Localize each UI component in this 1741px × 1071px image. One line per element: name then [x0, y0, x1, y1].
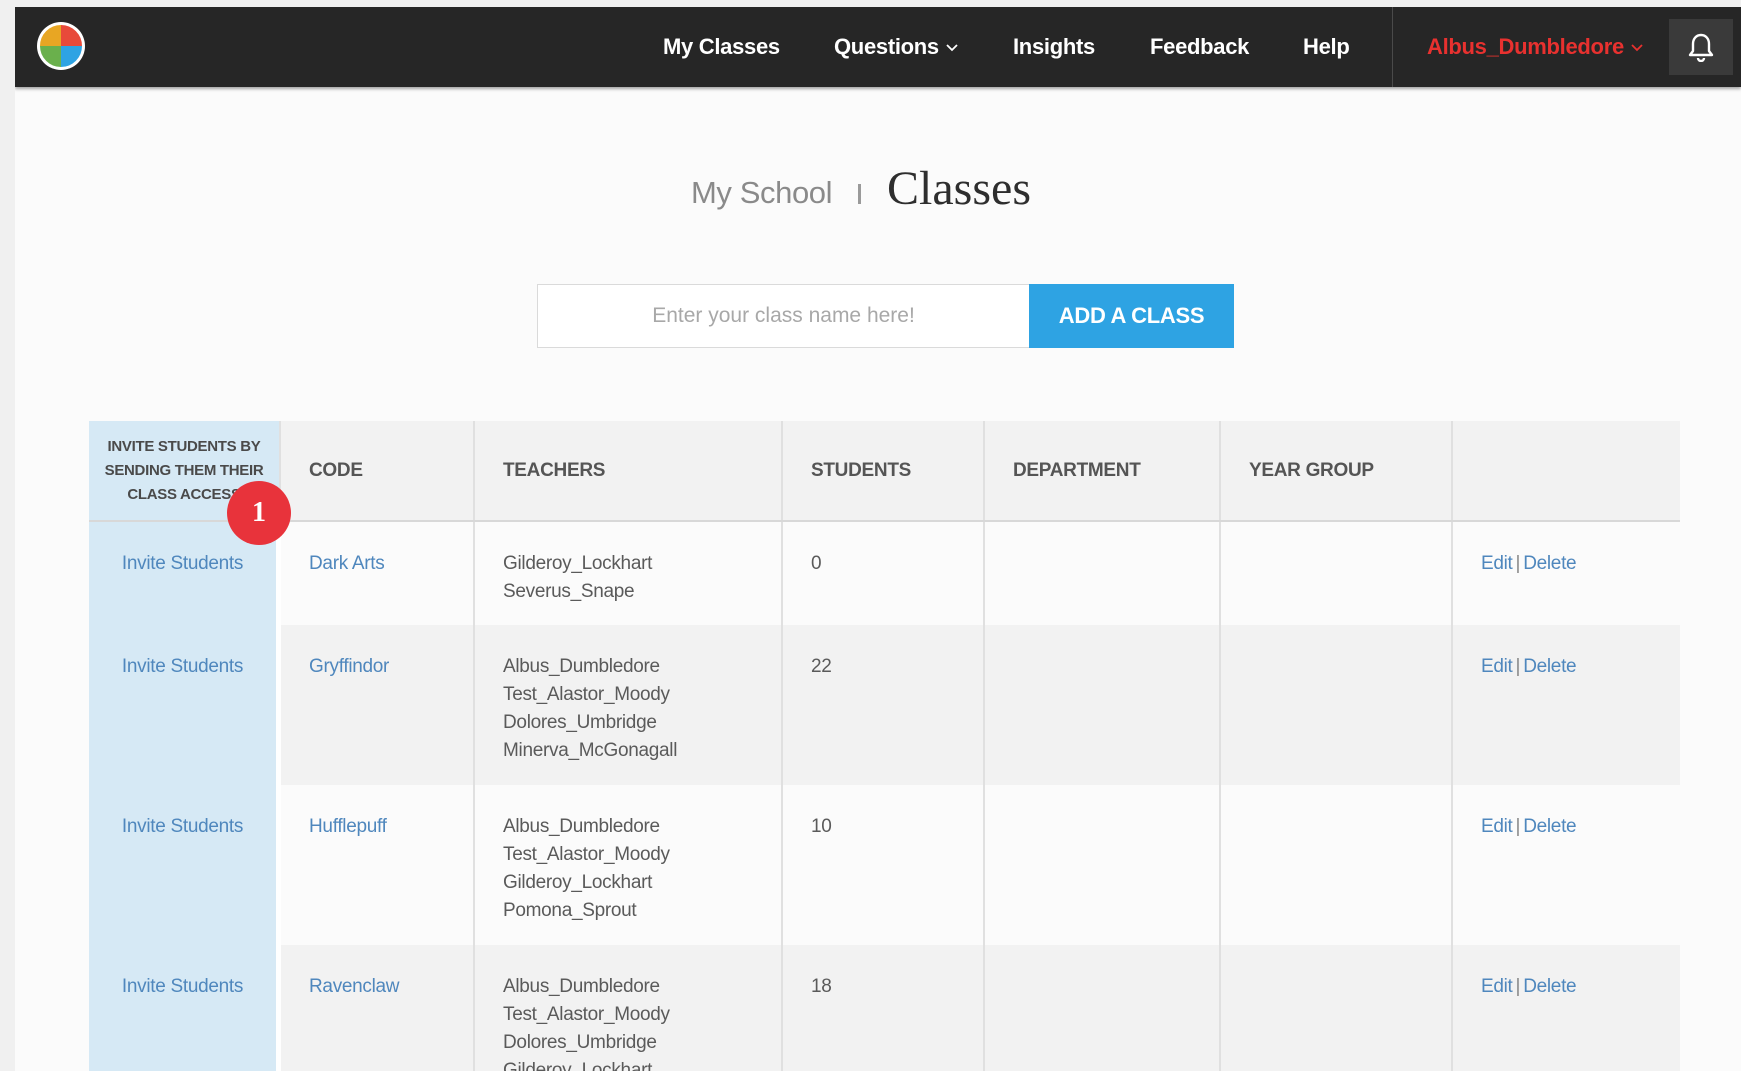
teacher-name: Severus_Snape	[503, 581, 635, 602]
nav-divider	[1392, 7, 1393, 87]
students-cell: 22	[783, 625, 985, 785]
chevron-down-icon	[946, 44, 958, 52]
chevron-down-icon	[1631, 44, 1643, 52]
breadcrumb-my-school[interactable]: My School	[691, 175, 833, 211]
action-separator: |	[1515, 976, 1521, 997]
invite-cell: Invite Students	[89, 945, 281, 1071]
teacher-name: Pomona_Sprout	[503, 900, 637, 921]
class-code-link[interactable]: Gryffindor	[309, 656, 389, 677]
teachers-cell: Albus_Dumbledore Test_Alastor_Moody Dolo…	[475, 945, 783, 1071]
actions-cell: Edit | Delete	[1453, 785, 1680, 945]
year-group-cell	[1221, 785, 1453, 945]
nav-insights[interactable]: Insights	[1013, 7, 1095, 87]
table-row: Invite Students Hufflepuff Albus_Dumbled…	[89, 785, 1680, 945]
app-logo-icon[interactable]	[35, 20, 87, 72]
class-code-link[interactable]: Ravenclaw	[309, 976, 400, 997]
teacher-name: Albus_Dumbledore	[503, 816, 660, 837]
table-row: Invite Students Dark Arts Gilderoy_Lockh…	[89, 522, 1680, 625]
code-cell: Ravenclaw	[281, 945, 475, 1071]
teacher-name: Test_Alastor_Moody	[503, 684, 670, 705]
header-actions	[1453, 421, 1680, 520]
invite-cell: Invite Students	[89, 785, 281, 945]
nav-help[interactable]: Help	[1303, 7, 1350, 87]
table-header: INVITE STUDENTS BY SENDING THEM THEIR CL…	[89, 421, 1680, 522]
delete-link[interactable]: Delete	[1523, 656, 1576, 677]
teacher-name: Dolores_Umbridge	[503, 1032, 657, 1053]
header-department: DEPARTMENT	[985, 421, 1221, 520]
code-cell: Dark Arts	[281, 522, 475, 625]
delete-link[interactable]: Delete	[1523, 976, 1576, 997]
table-row: Invite Students Gryffindor Albus_Dumbled…	[89, 625, 1680, 785]
teacher-name: Albus_Dumbledore	[503, 976, 660, 997]
teacher-name: Minerva_McGonagall	[503, 740, 678, 761]
header-code: CODE	[281, 421, 475, 520]
students-cell: 0	[783, 522, 985, 625]
teacher-name: Dolores_Umbridge	[503, 712, 657, 733]
breadcrumb-separator	[858, 184, 861, 204]
class-code-link[interactable]: Hufflepuff	[309, 816, 387, 837]
delete-link[interactable]: Delete	[1523, 816, 1576, 837]
top-nav-bar: My Classes Questions Insights Feedback H…	[15, 7, 1741, 87]
edit-link[interactable]: Edit	[1481, 656, 1513, 677]
teacher-name: Test_Alastor_Moody	[503, 844, 670, 865]
invite-students-link[interactable]: Invite Students	[122, 976, 244, 997]
action-separator: |	[1515, 656, 1521, 677]
invite-cell: Invite Students	[89, 625, 281, 785]
action-separator: |	[1515, 553, 1521, 574]
user-menu[interactable]: Albus_Dumbledore	[1427, 7, 1643, 87]
teacher-name: Gilderoy_Lockhart	[503, 1060, 653, 1071]
bell-icon	[1688, 33, 1714, 62]
teacher-name: Gilderoy_Lockhart	[503, 553, 653, 574]
edit-link[interactable]: Edit	[1481, 553, 1513, 574]
teachers-cell: Gilderoy_Lockhart Severus_Snape	[475, 522, 783, 625]
class-code-link[interactable]: Dark Arts	[309, 553, 385, 574]
year-group-cell	[1221, 945, 1453, 1071]
teacher-name: Albus_Dumbledore	[503, 656, 660, 677]
teacher-name: Test_Alastor_Moody	[503, 1004, 670, 1025]
edit-link[interactable]: Edit	[1481, 816, 1513, 837]
department-cell	[985, 945, 1221, 1071]
students-cell: 10	[783, 785, 985, 945]
delete-link[interactable]: Delete	[1523, 553, 1576, 574]
nav-feedback[interactable]: Feedback	[1150, 7, 1249, 87]
invite-students-link[interactable]: Invite Students	[122, 816, 244, 837]
teachers-cell: Albus_Dumbledore Test_Alastor_Moody Dolo…	[475, 625, 783, 785]
actions-cell: Edit | Delete	[1453, 625, 1680, 785]
notifications-button[interactable]	[1669, 19, 1733, 75]
department-cell	[985, 785, 1221, 945]
header-year-group: YEAR GROUP	[1221, 421, 1453, 520]
header-teachers: TEACHERS	[475, 421, 783, 520]
nav-my-classes[interactable]: My Classes	[663, 7, 780, 87]
teachers-cell: Albus_Dumbledore Test_Alastor_Moody Gild…	[475, 785, 783, 945]
actions-cell: Edit | Delete	[1453, 522, 1680, 625]
invite-students-link[interactable]: Invite Students	[122, 553, 244, 574]
action-separator: |	[1515, 816, 1521, 837]
students-cell: 18	[783, 945, 985, 1071]
step-badge: 1	[227, 481, 291, 545]
edit-link[interactable]: Edit	[1481, 976, 1513, 997]
year-group-cell	[1221, 625, 1453, 785]
add-class-button[interactable]: ADD A CLASS	[1029, 284, 1234, 348]
nav-questions[interactable]: Questions	[834, 7, 958, 87]
code-cell: Hufflepuff	[281, 785, 475, 945]
table-row: Invite Students Ravenclaw Albus_Dumbledo…	[89, 945, 1680, 1071]
header-students: STUDENTS	[783, 421, 985, 520]
page-title: Classes	[887, 162, 1031, 215]
year-group-cell	[1221, 522, 1453, 625]
department-cell	[985, 522, 1221, 625]
department-cell	[985, 625, 1221, 785]
class-name-input[interactable]	[537, 284, 1030, 348]
teacher-name: Gilderoy_Lockhart	[503, 872, 653, 893]
invite-students-link[interactable]: Invite Students	[122, 656, 244, 677]
code-cell: Gryffindor	[281, 625, 475, 785]
actions-cell: Edit | Delete	[1453, 945, 1680, 1071]
